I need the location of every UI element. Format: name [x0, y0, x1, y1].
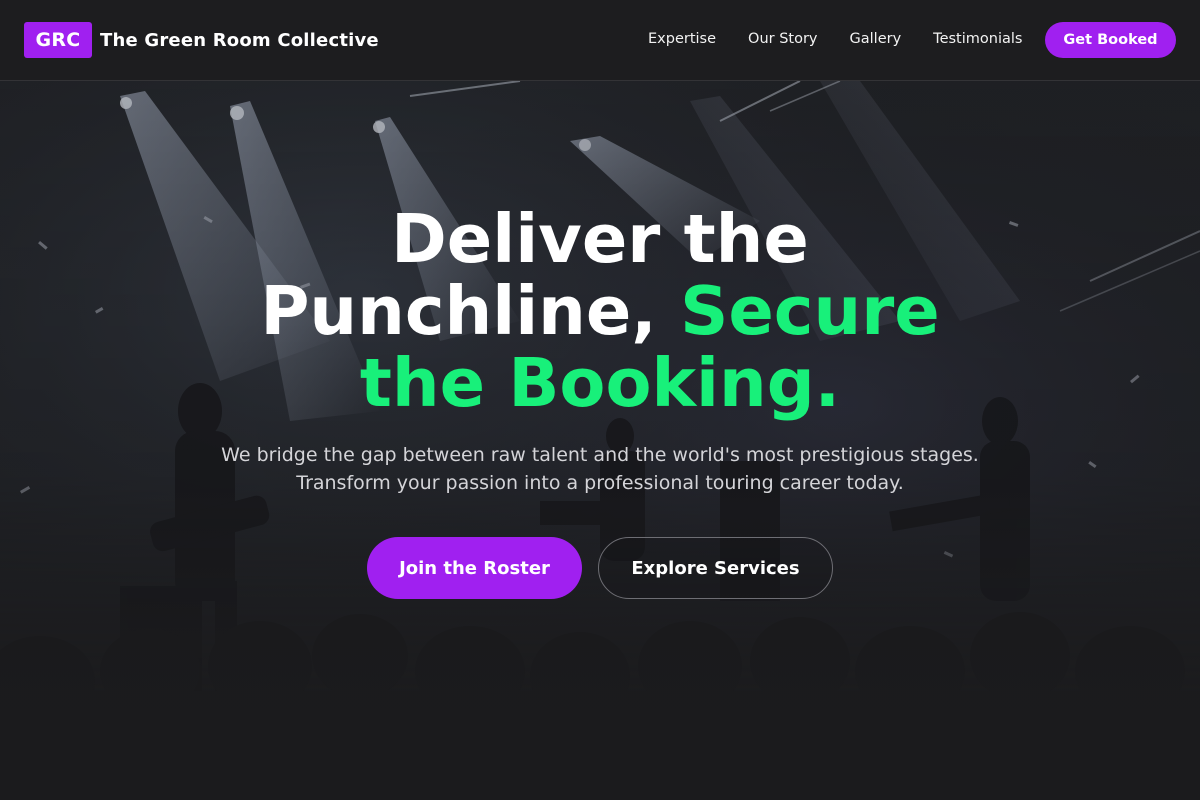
brand-name[interactable]: The Green Room Collective: [100, 30, 379, 51]
nav-link-gallery[interactable]: Gallery: [850, 31, 902, 47]
nav-link-expertise[interactable]: Expertise: [648, 31, 716, 47]
get-booked-button[interactable]: Get Booked: [1045, 22, 1176, 58]
site-header: GRC The Green Room Collective Expertise …: [0, 0, 1200, 81]
headline-plain-text: Punchline,: [260, 272, 681, 350]
hero-section: Deliver the Punchline, Secure the Bookin…: [0, 81, 1200, 800]
main-nav: Expertise Our Story Gallery Testimonials: [648, 31, 1054, 47]
headline-line-2: Punchline, Secure: [0, 275, 1200, 347]
hero-subtitle: We bridge the gap between raw talent and…: [0, 441, 1200, 497]
hero-headline: Deliver the Punchline, Secure the Bookin…: [0, 203, 1200, 419]
logo-badge[interactable]: GRC: [24, 22, 92, 58]
nav-link-our-story[interactable]: Our Story: [748, 31, 817, 47]
join-roster-button[interactable]: Join the Roster: [367, 537, 582, 599]
explore-services-button[interactable]: Explore Services: [598, 537, 833, 599]
subtitle-line-1: We bridge the gap between raw talent and…: [221, 444, 979, 466]
brand[interactable]: GRC The Green Room Collective: [24, 22, 379, 58]
nav-link-testimonials[interactable]: Testimonials: [933, 31, 1022, 47]
headline-line-1: Deliver the: [391, 200, 809, 278]
subtitle-line-2: Transform your passion into a profession…: [296, 472, 904, 494]
headline-line-3: the Booking.: [359, 344, 841, 422]
headline-accent-text: Secure: [680, 272, 940, 350]
